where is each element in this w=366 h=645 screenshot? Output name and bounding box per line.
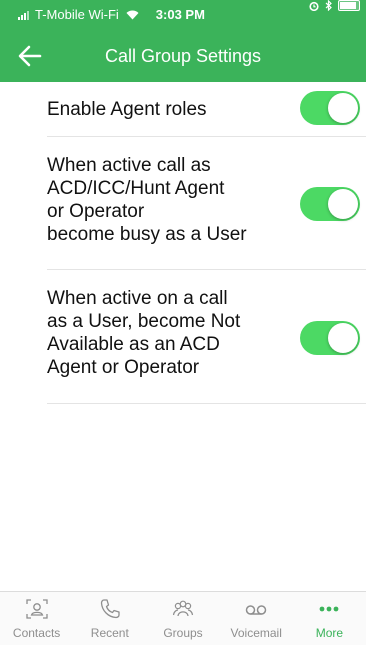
groups-icon xyxy=(172,600,194,617)
setting-row-busy-as-user: When active call as ACD/ICC/Hunt Agent o… xyxy=(47,137,366,270)
tab-label: More xyxy=(315,626,344,640)
alarm-icon xyxy=(309,1,319,11)
status-right xyxy=(309,0,360,11)
tab-more[interactable]: More xyxy=(293,592,366,645)
cell-signal-icon xyxy=(18,10,29,20)
contacts-icon xyxy=(25,599,48,619)
phone-icon xyxy=(100,599,120,619)
not-available-as-agent-toggle[interactable] xyxy=(300,321,360,355)
page-title: Call Group Settings xyxy=(104,46,262,66)
toggle-knob xyxy=(328,93,358,123)
bluetooth-icon xyxy=(325,0,332,11)
wifi-icon xyxy=(126,10,139,20)
settings-list: Enable Agent roles When active call as A… xyxy=(47,82,366,404)
more-icon xyxy=(320,606,339,612)
status-bar: T-Mobile Wi-Fi 3:03 PM xyxy=(0,0,366,30)
busy-as-user-toggle[interactable] xyxy=(300,187,360,221)
tab-label: Voicemail xyxy=(230,626,282,640)
toggle-knob xyxy=(328,323,358,353)
setting-label: When active on a call as a User, become … xyxy=(47,288,241,378)
toggle-knob xyxy=(328,189,358,219)
setting-label: Enable Agent roles xyxy=(47,99,207,120)
enable-agent-roles-toggle[interactable] xyxy=(300,91,360,125)
battery-icon xyxy=(338,0,360,11)
nav-header: Call Group Settings xyxy=(0,34,366,82)
voicemail-icon xyxy=(245,605,267,615)
app-header-bar: T-Mobile Wi-Fi 3:03 PM Call Group Settin… xyxy=(0,0,366,82)
setting-row-enable-agent-roles: Enable Agent roles xyxy=(47,82,366,137)
setting-label: When active call as ACD/ICC/Hunt Agent o… xyxy=(47,155,247,245)
tab-contacts[interactable]: Contacts xyxy=(0,592,73,645)
tab-label: Groups xyxy=(163,626,203,640)
carrier-label: T-Mobile Wi-Fi xyxy=(35,7,119,22)
tab-label: Recent xyxy=(90,626,129,640)
tab-recent[interactable]: Recent xyxy=(73,592,146,645)
tab-groups[interactable]: Groups xyxy=(146,592,219,645)
tab-label: Contacts xyxy=(12,626,61,640)
tab-voicemail[interactable]: Voicemail xyxy=(220,592,293,645)
setting-row-not-available-as-agent: When active on a call as a User, become … xyxy=(47,270,366,404)
status-time: 3:03 PM xyxy=(155,7,205,22)
status-left: T-Mobile Wi-Fi 3:03 PM xyxy=(18,0,205,30)
bottom-tab-bar: Contacts Recent Groups Voicemail More xyxy=(0,591,366,645)
